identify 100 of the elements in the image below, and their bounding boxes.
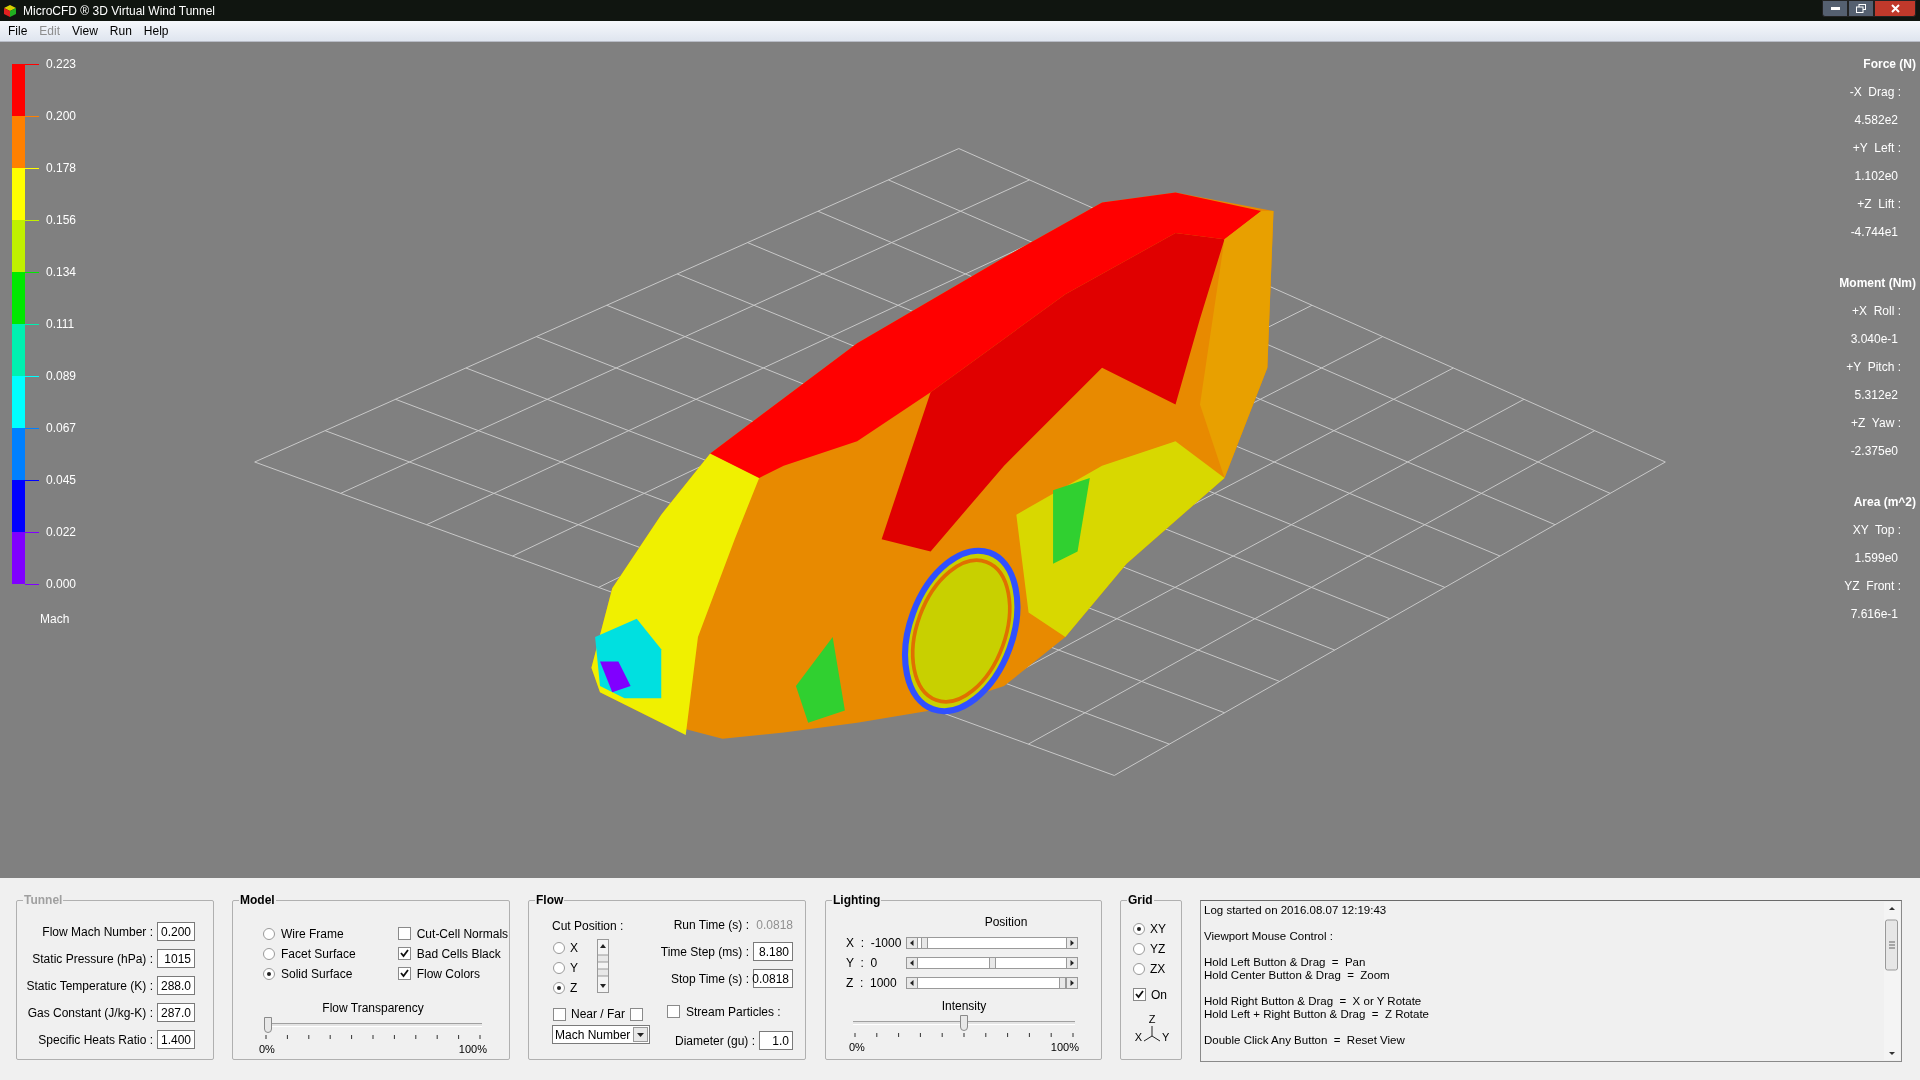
log-line: Hold Right Button & Drag = X or Y Rotate [1204,995,1423,1008]
scroll-left-button[interactable] [906,937,918,949]
result-value: 3.040e-1 [1850,331,1898,347]
scrollbar-thumb[interactable] [920,938,928,948]
menu-item[interactable]: Run [103,21,138,41]
checkbox[interactable] [397,927,411,940]
dropdown-value: Mach Number [555,1026,631,1044]
scrollbar-thumb[interactable] [988,958,996,968]
scroll-left-button[interactable] [906,957,918,969]
input-field[interactable]: 8.180 [753,942,793,961]
legend-tick [25,480,39,481]
axis-letter: Y [1162,1031,1170,1043]
restore-icon [1856,4,1866,13]
log-line: Viewport Mouse Control : [1204,930,1334,943]
legend-label: 0.111 [46,317,75,331]
checkbox[interactable] [1133,988,1146,1001]
radio-button[interactable] [263,947,275,960]
legend-tick [25,324,39,325]
legend-label: 0.134 [46,265,77,279]
result-label: XY Top : [1852,522,1901,538]
option-label: X [570,939,578,957]
close-button[interactable] [1874,0,1916,17]
menu-item[interactable]: Help [137,21,175,41]
field-label: Stop Time (s) : [670,970,749,988]
slider-max-label: 100% [458,1042,487,1057]
legend-tick [25,64,39,65]
radio-button[interactable] [1133,922,1145,935]
option-label: YZ [1150,940,1166,958]
log-line: Log started on 2016.08.07 12:19:43 [1204,904,1388,917]
legend-label: 0.045 [46,473,77,487]
option-label: Facet Surface [281,945,356,963]
legend-unit: Mach [40,611,71,628]
scroll-right-button[interactable] [1066,977,1078,989]
result-label: +Z Yaw : [1851,415,1901,431]
radio-button[interactable] [553,981,565,994]
field-value: 0.0818 [755,916,793,934]
result-value: 7.616e-1 [1850,606,1898,622]
radio-button[interactable] [1133,942,1145,955]
dropdown[interactable]: Mach Number [552,1025,650,1044]
menu-item[interactable]: File [2,21,34,41]
option-label: Y [570,959,578,977]
legend-label: 0.156 [46,213,77,227]
legend-tick [25,168,39,169]
option-label: Stream Particles : [686,1003,781,1021]
checkbox[interactable] [397,947,411,960]
maximize-button[interactable] [1848,0,1874,17]
legend-tick [25,220,39,221]
legend-label: 0.200 [46,109,77,123]
radio-button[interactable] [553,961,565,974]
input-field[interactable]: 0.0818 [753,969,793,988]
field-label: Specific Heats Ratio : [38,1031,153,1049]
field-label: Run Time (s) : [673,916,749,934]
option-label: Solid Surface [281,965,353,983]
option-label: XY [1150,920,1166,938]
slider-label: Intensity [941,998,987,1015]
legend-tick [25,116,39,117]
legend-label: 0.089 [46,369,77,383]
scrollbar-thumb[interactable] [1059,978,1066,988]
log-line: Hold Left + Right Button & Drag = Z Rotate [1204,1008,1429,1021]
axis-label: Y : 0 [846,955,879,972]
menu-item[interactable]: View [66,21,104,41]
result-value: -4.744e1 [1850,224,1898,240]
axis-label: Z : 1000 [846,975,898,992]
checkbox[interactable] [397,967,411,980]
input-field[interactable]: 1.0 [759,1031,793,1050]
slider-label: Flow Transparency [322,1000,424,1017]
result-label: +Y Pitch : [1846,359,1901,375]
result-value: 5.312e2 [1854,387,1898,403]
log-line: Hold Left Button & Drag = Pan [1204,956,1367,969]
field-label: Static Temperature (K) : [26,977,153,995]
slider-thumb[interactable] [960,1015,968,1031]
legend-label: 0.178 [46,161,77,175]
axes-icon [1142,1025,1162,1043]
minimize-button[interactable] [1822,0,1848,17]
scroll-right-button[interactable] [1066,937,1078,949]
radio-button[interactable] [263,967,275,980]
checkbox[interactable] [553,1007,566,1021]
scroll-right-button[interactable] [1066,957,1078,969]
option-label: Wire Frame [281,925,344,943]
slider-thumb[interactable] [264,1017,272,1033]
radio-button[interactable] [263,927,275,940]
axis-letter: Z [1148,1013,1156,1025]
slider-min-label: 0% [849,1040,865,1055]
log-line: Hold Center Button & Drag = Zoom [1204,969,1391,982]
radio-button[interactable] [553,941,565,954]
result-label: +Z Lift : [1857,196,1901,212]
cut-position-scrollbar[interactable] [597,939,609,993]
checkbox[interactable] [630,1007,643,1021]
checkbox[interactable] [667,1005,680,1018]
scroll-left-button[interactable] [906,977,918,989]
window-title: MicroCFD ® 3D Virtual Wind Tunnel [23,2,215,20]
legend-label: 0.223 [46,57,77,71]
result-value: -2.375e0 [1850,443,1898,459]
field-label: Diameter (gu) : [674,1032,755,1050]
legend-tick [25,584,39,585]
result-label: YZ Front : [1844,578,1901,594]
option-label: Bad Cells Black [416,945,501,963]
radio-button[interactable] [1133,962,1145,975]
option-label: Z [570,979,578,997]
result-label: -X Drag : [1849,84,1901,100]
